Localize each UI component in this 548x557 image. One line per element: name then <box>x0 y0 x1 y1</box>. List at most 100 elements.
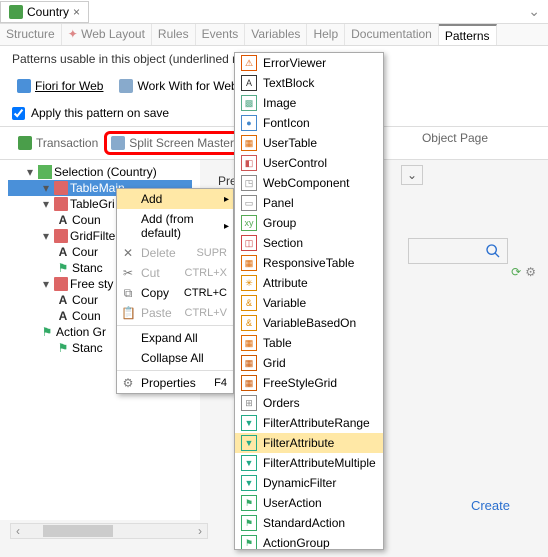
submenu-item-label: UserControl <box>263 156 327 170</box>
attribute-icon: A <box>56 309 70 323</box>
transaction-tab-label: Transaction <box>36 136 98 150</box>
subtab-documentation[interactable]: Documentation <box>345 24 439 45</box>
workwith-for-web-button[interactable]: Work With for Web <box>114 76 242 96</box>
context-menu-item[interactable]: Expand All <box>117 328 233 348</box>
add-submenu-item[interactable]: ▼FilterAttributeMultiple <box>235 453 383 473</box>
add-submenu-item[interactable]: ▦FreeStyleGrid <box>235 373 383 393</box>
add-submenu-item[interactable]: ◧UserControl <box>235 153 383 173</box>
subtab-help[interactable]: Help <box>307 24 345 45</box>
add-submenu-item[interactable]: ●FontIcon <box>235 113 383 133</box>
context-menu-item[interactable]: Add▸ <box>117 189 233 209</box>
expander-icon[interactable]: ▾ <box>24 165 36 179</box>
toolbar-actions: ⟳ ⚙ <box>511 265 536 279</box>
add-submenu-item[interactable]: ✳Attribute <box>235 273 383 293</box>
menu-shortcut: SUPR <box>196 247 227 259</box>
context-menu-item[interactable]: ⚙PropertiesF4 <box>117 373 233 393</box>
add-submenu-item[interactable]: ▼DynamicFilter <box>235 473 383 493</box>
close-icon[interactable]: × <box>73 5 80 19</box>
menu-item-icon: ✂ <box>121 266 135 280</box>
transaction-tab[interactable]: Transaction <box>12 131 104 155</box>
submenu-item-label: ErrorViewer <box>263 56 326 70</box>
submenu-item-label: Image <box>263 96 296 110</box>
context-menu: Add▸Add (from default)▸✕DeleteSUPR✂CutCT… <box>116 188 234 394</box>
grid-icon <box>54 197 68 211</box>
flag-icon: ⚑ <box>56 261 70 275</box>
add-submenu-item[interactable]: xyGroup <box>235 213 383 233</box>
flag-icon: ⚑ <box>56 341 70 355</box>
expander-icon[interactable]: ▾ <box>40 229 52 243</box>
item-type-icon: ⚑ <box>241 515 257 531</box>
context-menu-item: ✕DeleteSUPR <box>117 243 233 263</box>
submenu-item-label: VariableBasedOn <box>263 316 356 330</box>
menu-item-icon: 📋 <box>121 306 135 320</box>
subtab-variables[interactable]: Variables <box>245 24 307 45</box>
submenu-item-label: Section <box>263 236 303 250</box>
add-submenu-item[interactable]: ⚠ ErrorViewer <box>235 53 383 73</box>
add-submenu-item[interactable]: ▼FilterAttributeRange <box>235 413 383 433</box>
submenu-item-label: Orders <box>263 396 300 410</box>
add-submenu-item[interactable]: ▦ResponsiveTable <box>235 253 383 273</box>
scroll-thumb[interactable] <box>43 525 113 537</box>
submenu-item-label: Panel <box>263 196 294 210</box>
expander-icon[interactable]: ▾ <box>40 181 52 195</box>
item-type-icon: ▦ <box>241 255 257 271</box>
tree-node-label: Coun <box>72 213 101 227</box>
add-submenu-item[interactable]: &Variable <box>235 293 383 313</box>
subtab-weblayout[interactable]: ✦ Web Layout <box>62 24 152 45</box>
add-submenu: ⚠ErrorViewerATextBlock▩Image●FontIcon▦Us… <box>234 52 384 550</box>
context-menu-item: 📋PasteCTRL+V <box>117 303 233 323</box>
submenu-item-label: FontIcon <box>263 116 310 130</box>
gear-icon[interactable]: ⚙ <box>525 265 536 279</box>
menu-item-label: Add <box>141 192 162 206</box>
item-type-icon: A <box>241 75 257 91</box>
item-type-icon: & <box>241 315 257 331</box>
add-submenu-item[interactable]: ⊞Orders <box>235 393 383 413</box>
add-submenu-item[interactable]: ◫Section <box>235 233 383 253</box>
apply-on-save-checkbox[interactable] <box>12 107 25 120</box>
tree-node-label: Stanc <box>72 261 103 275</box>
context-menu-item[interactable]: Collapse All <box>117 348 233 368</box>
flag-icon: ⚑ <box>40 325 54 339</box>
menu-item-label: Delete <box>141 246 176 260</box>
fiori-icon <box>17 79 31 93</box>
add-submenu-item[interactable]: ⚑StandardAction <box>235 513 383 533</box>
object-page-tab[interactable]: Object Page <box>422 131 488 145</box>
subtab-patterns[interactable]: Patterns <box>439 24 497 45</box>
subtab-rules[interactable]: Rules <box>152 24 196 45</box>
submenu-item-label: Table <box>263 336 292 350</box>
horizontal-scrollbar[interactable]: ‹ › <box>10 523 208 539</box>
context-menu-item[interactable]: Add (from default)▸ <box>117 209 233 243</box>
transaction-tab-icon <box>18 136 32 150</box>
add-submenu-item[interactable]: ⚑UserAction <box>235 493 383 513</box>
tree-node-label: GridFilte <box>70 229 115 243</box>
add-submenu-item[interactable]: ◳WebComponent <box>235 173 383 193</box>
scroll-left-icon[interactable]: ‹ <box>11 524 25 538</box>
add-submenu-item[interactable]: ▦Table <box>235 333 383 353</box>
item-type-icon: ⚠ <box>241 55 257 71</box>
scroll-right-icon[interactable]: › <box>193 524 207 538</box>
add-submenu-item[interactable]: &VariableBasedOn <box>235 313 383 333</box>
fiori-for-web-button[interactable]: Fiori for Web <box>12 76 108 96</box>
expander-icon[interactable]: ▾ <box>40 277 52 291</box>
expander-icon[interactable]: ▾ <box>40 197 52 211</box>
tree-root[interactable]: ▾ Selection (Country) <box>8 164 192 180</box>
add-submenu-item[interactable]: ⚑ActionGroup <box>235 533 383 550</box>
preview-dropdown[interactable]: ⌄ <box>401 165 423 185</box>
subtab-structure[interactable]: Structure <box>0 24 62 45</box>
add-submenu-item[interactable]: ▦Grid <box>235 353 383 373</box>
item-type-icon: ▩ <box>241 95 257 111</box>
item-type-icon: ▭ <box>241 195 257 211</box>
subtab-events[interactable]: Events <box>196 24 246 45</box>
add-submenu-item[interactable]: ▩ Image <box>235 93 383 113</box>
editor-tab-country[interactable]: Country × <box>0 1 89 23</box>
refresh-icon[interactable]: ⟳ <box>511 265 521 279</box>
add-submenu-item[interactable]: ATextBlock <box>235 73 383 93</box>
create-link[interactable]: Create <box>471 498 510 513</box>
context-menu-item[interactable]: ⧉CopyCTRL+C <box>117 283 233 303</box>
chevron-down-icon[interactable]: ⌄ <box>520 3 548 20</box>
add-submenu-item[interactable]: ▼FilterAttribute <box>235 433 383 453</box>
search-box[interactable] <box>408 238 508 264</box>
add-submenu-item[interactable]: ▦UserTable <box>235 133 383 153</box>
item-type-icon: ▼ <box>241 415 257 431</box>
add-submenu-item[interactable]: ▭ Panel <box>235 193 383 213</box>
